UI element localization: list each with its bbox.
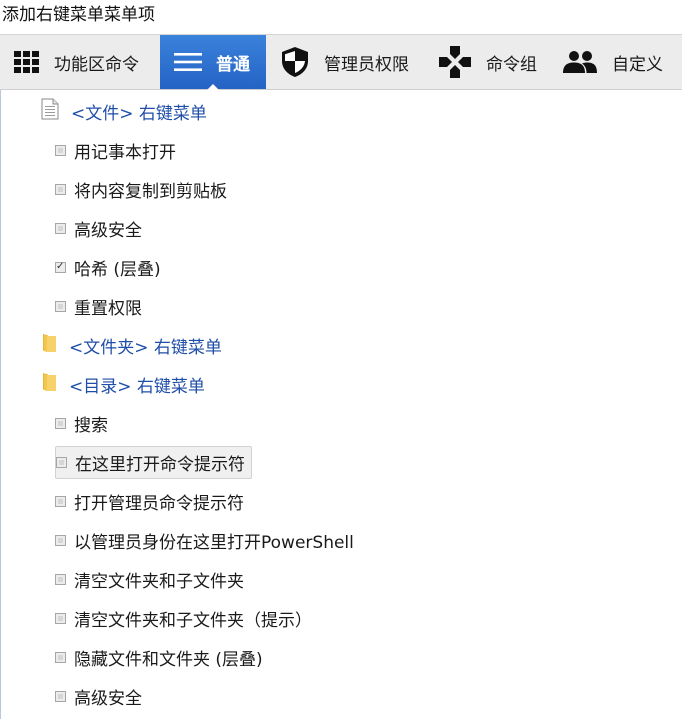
menu-item-label: 重置权限 bbox=[74, 299, 142, 319]
checkbox[interactable] bbox=[55, 652, 66, 663]
folder-icon bbox=[41, 333, 57, 358]
checkmark-icon: ✓ bbox=[56, 261, 65, 272]
file-icon bbox=[41, 98, 59, 125]
tab-general[interactable]: 普通 bbox=[160, 35, 266, 90]
window-title: 添加右键菜单菜单项 bbox=[2, 5, 155, 25]
menu-item-label: 高级安全 bbox=[74, 689, 142, 709]
checkbox[interactable] bbox=[55, 574, 66, 585]
dpad-icon bbox=[438, 45, 472, 79]
tab-label: 管理员权限 bbox=[324, 54, 409, 75]
checkbox[interactable] bbox=[55, 223, 66, 234]
menu-item[interactable]: 将内容复制到剪贴板 bbox=[55, 170, 227, 209]
menu-item[interactable]: 高级安全 bbox=[55, 677, 142, 716]
menu-item[interactable]: 用记事本打开 bbox=[55, 131, 176, 170]
menu-item-label: 用记事本打开 bbox=[74, 143, 176, 163]
checkbox[interactable] bbox=[55, 613, 66, 624]
checkbox[interactable] bbox=[55, 691, 66, 702]
tab-custom[interactable]: 自定义 bbox=[550, 35, 682, 89]
menu-item-label: 将内容复制到剪贴板 bbox=[74, 182, 227, 202]
menu-item-label: 高级安全 bbox=[74, 221, 142, 241]
menu-item[interactable]: 清空文件夹和子文件夹（提示） bbox=[55, 599, 312, 638]
menu-item[interactable]: 清空文件夹和子文件夹 bbox=[55, 560, 244, 599]
menu-item-label: 隐藏文件和文件夹 (层叠) bbox=[74, 650, 263, 670]
group-directory-context-menu[interactable]: <目录> 右键菜单 bbox=[41, 365, 205, 404]
grid-icon bbox=[14, 51, 40, 73]
menu-item-label: 以管理员身份在这里打开PowerShell bbox=[74, 533, 354, 553]
checkbox-checked[interactable]: ✓ bbox=[55, 261, 66, 273]
folder-icon bbox=[41, 372, 57, 397]
hamburger-icon bbox=[174, 52, 202, 72]
group-label: <文件夹> 右键菜单 bbox=[69, 338, 222, 358]
tab-command-group[interactable]: 命令组 bbox=[426, 35, 550, 89]
group-file-context-menu[interactable]: <文件> 右键菜单 bbox=[41, 92, 207, 131]
checkbox[interactable] bbox=[55, 496, 66, 507]
tab-label: 命令组 bbox=[486, 54, 537, 75]
people-icon bbox=[562, 50, 598, 74]
menu-item-label: 在这里打开命令提示符 bbox=[75, 455, 245, 475]
menu-item-hovered[interactable]: 在这里打开命令提示符 bbox=[55, 446, 252, 479]
checkbox[interactable] bbox=[55, 145, 66, 156]
menu-item[interactable]: ✓ 哈希 (层叠) bbox=[55, 248, 161, 287]
menu-item[interactable]: 重置权限 bbox=[55, 287, 142, 326]
checkbox[interactable] bbox=[56, 457, 67, 468]
shield-icon bbox=[280, 46, 310, 78]
group-label: <目录> 右键菜单 bbox=[69, 377, 205, 397]
checkbox[interactable] bbox=[55, 301, 66, 312]
menu-item-label: 清空文件夹和子文件夹 bbox=[74, 572, 244, 592]
group-label: <文件> 右键菜单 bbox=[71, 104, 207, 124]
tab-ribbon-commands[interactable]: 功能区命令 bbox=[0, 35, 160, 89]
checkbox[interactable] bbox=[55, 418, 66, 429]
tab-label: 普通 bbox=[216, 54, 250, 75]
category-toolbar: 功能区命令 普通 管理员权限 命令组 自定义 bbox=[0, 34, 682, 90]
tab-admin[interactable]: 管理员权限 bbox=[266, 35, 426, 89]
group-folder-context-menu[interactable]: <文件夹> 右键菜单 bbox=[41, 326, 222, 365]
tab-label: 自定义 bbox=[612, 54, 663, 75]
menu-item-tree: <文件> 右键菜单 用记事本打开 将内容复制到剪贴板 高级安全 ✓ 哈希 (层叠… bbox=[0, 90, 682, 719]
tab-label: 功能区命令 bbox=[54, 54, 139, 75]
menu-item[interactable]: 高级安全 bbox=[55, 209, 142, 248]
menu-item-label: 哈希 (层叠) bbox=[74, 260, 161, 280]
menu-item[interactable]: 打开管理员命令提示符 bbox=[55, 482, 244, 521]
menu-item-label: 搜索 bbox=[74, 416, 108, 436]
menu-item[interactable]: 隐藏文件和文件夹 (层叠) bbox=[55, 638, 263, 677]
checkbox[interactable] bbox=[55, 184, 66, 195]
menu-item-label: 清空文件夹和子文件夹（提示） bbox=[74, 611, 312, 631]
checkbox[interactable] bbox=[55, 535, 66, 546]
menu-item[interactable]: 搜索 bbox=[55, 404, 108, 443]
menu-item[interactable]: 以管理员身份在这里打开PowerShell bbox=[55, 521, 354, 560]
menu-item-label: 打开管理员命令提示符 bbox=[74, 494, 244, 514]
